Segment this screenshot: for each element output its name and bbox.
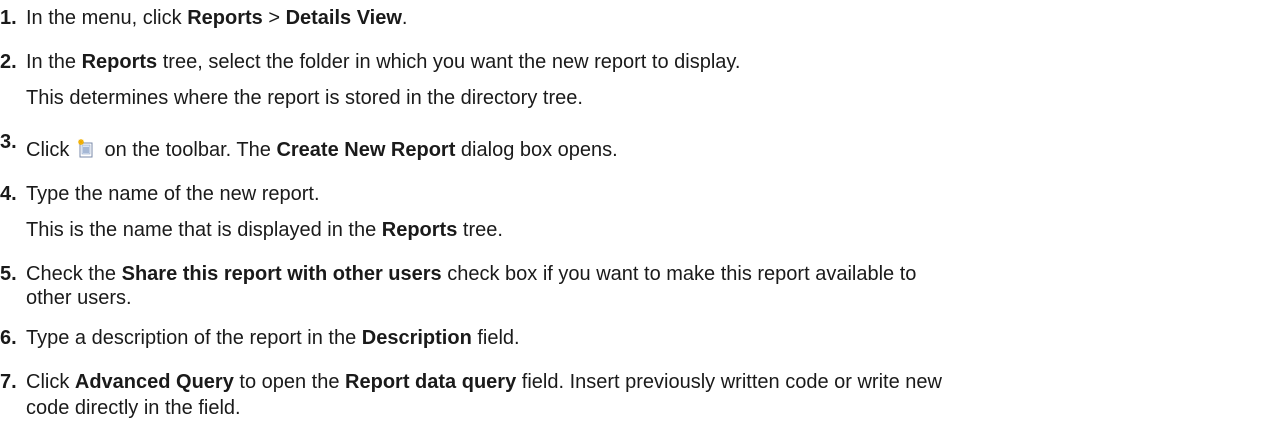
step-number: 3.: [0, 131, 17, 153]
step-continuation: other users.: [26, 287, 132, 309]
step-text: Click on the toolbar. The Create New Rep…: [26, 139, 618, 161]
step-text: Type a description of the report in the …: [26, 327, 520, 349]
step-text: Click Advanced Query to open the Report …: [26, 371, 942, 393]
new-report-icon: [77, 139, 93, 158]
step-number: 6.: [0, 327, 17, 349]
step-number: 5.: [0, 263, 17, 285]
step-number: 2.: [0, 51, 17, 73]
step-number: 1.: [0, 7, 17, 29]
step-note: This is the name that is displayed in th…: [26, 219, 503, 241]
step-continuation: code directly in the field.: [26, 397, 241, 419]
step-text: Type the name of the new report.: [26, 183, 320, 205]
step-text: In the menu, click Reports > Details Vie…: [26, 7, 408, 29]
procedure-steps: 1. In the menu, click Reports > Details …: [0, 0, 1270, 427]
step-number: 4.: [0, 183, 17, 205]
step-text: Check the Share this report with other u…: [26, 263, 917, 285]
step-number: 7.: [0, 371, 17, 393]
step-text: In the Reports tree, select the folder i…: [26, 51, 741, 73]
step-note: This determines where the report is stor…: [26, 87, 583, 109]
